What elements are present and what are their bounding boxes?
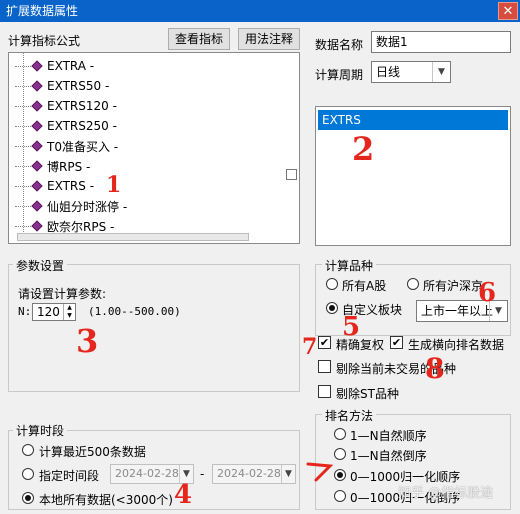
tree-item-label: 仙姐分时涨停 - (47, 199, 128, 214)
date-to-value: 2024-02-28 (217, 467, 281, 480)
view-indicator-button[interactable]: 查看指标 (168, 28, 230, 50)
time-legend: 计算时段 (13, 422, 68, 439)
formula-icon (31, 200, 43, 212)
rank-method-legend: 排名方法 (322, 407, 377, 424)
formula-icon (31, 120, 43, 132)
annotation-1: 1 (106, 172, 122, 198)
variety-hs-label: 所有沪深京 (423, 279, 484, 293)
tree-checkbox[interactable] (286, 169, 297, 180)
time-recent-label: 计算最近500条数据 (39, 445, 146, 459)
date-to-select[interactable]: 2024-02-28 ▼ (212, 464, 296, 484)
tree-item[interactable]: 仙姐分时涨停 - (15, 196, 127, 216)
formula-icon (31, 80, 43, 92)
annotation-3: 3 (76, 322, 99, 360)
chevron-down-icon[interactable]: ▼ (432, 62, 450, 82)
annotation-arrow (306, 462, 334, 482)
watermark: 知乎 @指标股途 (398, 486, 494, 501)
tree-item-label: 博RPS - (47, 159, 91, 174)
variety-custom-radio[interactable] (326, 302, 338, 314)
window-titlebar: 扩展数据属性 ✕ (0, 0, 520, 22)
data-name-label: 数据名称 (315, 38, 364, 52)
tree-item-label: T0准备买入 - (47, 139, 119, 154)
time-all-radio[interactable] (22, 492, 34, 504)
period-value: 日线 (376, 65, 401, 79)
formula-label: 计算指标公式 (8, 34, 81, 48)
usage-notes-button[interactable]: 用法注释 (238, 28, 300, 50)
exclude-st-label: 剔除ST品种 (336, 387, 399, 401)
chevron-down-icon[interactable]: ▼ (281, 465, 295, 483)
rank-opt2-radio[interactable] (334, 448, 346, 460)
formula-icon (31, 220, 43, 232)
rank-opt1-radio[interactable] (334, 428, 346, 440)
time-range-radio[interactable] (22, 468, 34, 480)
annotation-8: 8 (425, 352, 445, 385)
tree-item-label: 欧奈尔RPS - (47, 219, 115, 234)
indicator-list[interactable]: EXTRS (315, 106, 511, 246)
variety-hs-radio[interactable] (407, 278, 419, 290)
period-label: 计算周期 (315, 68, 364, 82)
variety-all-a-label: 所有A股 (342, 279, 387, 293)
horizontal-scrollbar[interactable] (17, 233, 249, 241)
formula-icon (31, 140, 43, 152)
rank-opt3-radio[interactable] (334, 469, 346, 481)
params-group (8, 264, 300, 392)
formula-icon (31, 160, 43, 172)
tree-item-label: EXTRS120 - (47, 99, 117, 113)
stepper-up-icon[interactable]: ▲ (64, 304, 75, 312)
tree-item-label: EXTRS50 - (47, 79, 110, 93)
formula-icon (31, 180, 43, 192)
tree-item[interactable]: EXTRS250 - (15, 116, 117, 136)
exclude-st-checkbox[interactable] (318, 385, 331, 398)
variety-legend: 计算品种 (322, 257, 377, 274)
tree-item[interactable]: EXTRS120 - (15, 96, 117, 116)
formula-icon (31, 60, 43, 72)
rank-opt1-label: 1—N自然顺序 (350, 429, 427, 443)
annotation-5: 5 (342, 312, 361, 342)
tree-item[interactable]: EXTRS - (15, 176, 94, 196)
time-range-label: 指定时间段 (39, 469, 100, 483)
n-label: N: (18, 305, 32, 318)
stepper-down-icon[interactable]: ▼ (64, 312, 75, 320)
tree-item[interactable]: EXTRA - (15, 56, 94, 76)
formula-tree[interactable]: EXTRA - EXTRS50 - EXTRS120 - EXTRS250 - … (8, 52, 300, 244)
time-all-label: 本地所有数据(<3000个) (39, 493, 173, 507)
tree-item-label: EXTRS - (47, 179, 95, 193)
rank-opt4-radio[interactable] (334, 490, 346, 502)
n-stepper[interactable]: 120 ▲ ▼ (32, 303, 76, 321)
time-recent-radio[interactable] (22, 444, 34, 456)
formula-icon (31, 100, 43, 112)
rank-checkbox[interactable]: ✔ (390, 336, 403, 349)
tree-item[interactable]: EXTRS50 - (15, 76, 109, 96)
indicator-list-selected[interactable]: EXTRS (318, 110, 508, 130)
params-legend: 参数设置 (13, 257, 68, 274)
tree-item-label: EXTRS250 - (47, 119, 117, 133)
rank-opt2-label: 1—N自然倒序 (350, 449, 427, 463)
date-from-value: 2024-02-28 (115, 467, 179, 480)
fq-checkbox[interactable]: ✔ (318, 336, 331, 349)
n-value[interactable]: 120 (37, 305, 60, 319)
date-separator: - (200, 467, 205, 481)
window-title: 扩展数据属性 (6, 4, 79, 18)
period-select[interactable]: 日线 ▼ (371, 61, 451, 83)
annotation-7: 7 (302, 334, 318, 360)
rank-label: 生成横向排名数据 (408, 338, 505, 352)
n-range: (1.00--500.00) (88, 305, 181, 318)
close-button[interactable]: ✕ (498, 2, 518, 20)
tree-item[interactable]: 博RPS - (15, 156, 90, 176)
data-name-input[interactable]: 数据1 (371, 31, 511, 53)
tree-item-label: EXTRA - (47, 59, 95, 73)
exclude-suspended-checkbox[interactable] (318, 360, 331, 373)
tree-item[interactable]: T0准备买入 - (15, 136, 118, 156)
params-prompt: 请设置计算参数: (18, 287, 107, 301)
annotation-2: 2 (352, 130, 375, 168)
annotation-4: 4 (174, 480, 193, 510)
annotation-6: 6 (478, 278, 497, 308)
variety-all-a-radio[interactable] (326, 278, 338, 290)
